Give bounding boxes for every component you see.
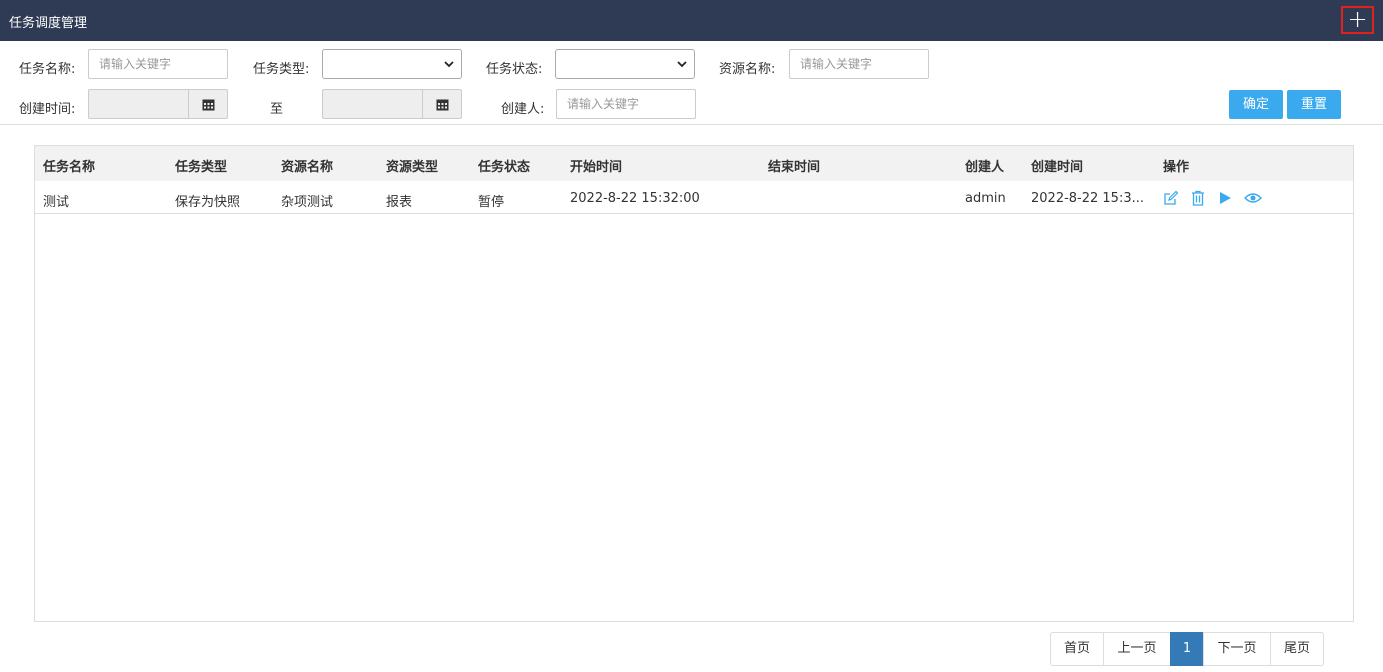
next-page-button[interactable]: 下一页: [1203, 632, 1271, 666]
column-header: 资源名称: [281, 160, 334, 175]
last-page-button[interactable]: 尾页: [1270, 632, 1324, 666]
column-header: 操作: [1163, 160, 1190, 175]
calendar-icon: [202, 99, 214, 111]
create-time-end-calendar-button[interactable]: [422, 89, 462, 119]
column-header: 创建人: [965, 160, 1005, 175]
task-status-select[interactable]: [555, 49, 695, 79]
page-header: 任务调度管理 +: [0, 0, 1383, 41]
plus-icon: +: [1347, 5, 1368, 33]
task-name-label: 任务名称:: [19, 62, 76, 77]
create-time-label: 创建时间:: [19, 102, 76, 117]
create-time-start-input[interactable]: [88, 89, 189, 119]
cell-create-time: 2022-8-22 15:3...: [1031, 191, 1145, 206]
confirm-button[interactable]: 确定: [1229, 90, 1283, 119]
page-title: 任务调度管理: [9, 16, 88, 31]
delete-icon[interactable]: [1190, 190, 1206, 206]
prev-page-button[interactable]: 上一页: [1103, 632, 1171, 666]
calendar-icon: [436, 99, 448, 111]
table-row[interactable]: 测试 保存为快照 杂项测试 报表 暂停 2022-8-22 15:32:00 a…: [35, 181, 1353, 214]
cell-task-type: 保存为快照: [175, 195, 241, 210]
cell-task-status: 暂停: [478, 195, 505, 210]
task-type-label: 任务类型:: [253, 62, 310, 77]
view-icon[interactable]: [1244, 190, 1262, 206]
to-label: 至: [270, 102, 284, 117]
column-header: 结束时间: [768, 160, 821, 175]
task-type-select[interactable]: [322, 49, 462, 79]
task-table: 任务名称 任务类型 资源名称 资源类型 任务状态 开始时间 结束时间 创建人 创…: [34, 145, 1354, 622]
cell-task-name: 测试: [43, 195, 70, 210]
column-header: 资源类型: [386, 160, 439, 175]
task-status-label: 任务状态:: [486, 62, 543, 77]
column-header: 任务类型: [175, 160, 228, 175]
cell-resource-name: 杂项测试: [281, 195, 334, 210]
creator-label: 创建人:: [501, 102, 545, 117]
play-icon[interactable]: [1217, 190, 1233, 206]
first-page-button[interactable]: 首页: [1050, 632, 1104, 666]
creator-input[interactable]: 请输入关键字: [556, 89, 696, 119]
column-header: 任务状态: [478, 160, 531, 175]
resource-name-input[interactable]: 请输入关键字: [789, 49, 929, 79]
divider: [0, 124, 1383, 125]
table-header: 任务名称 任务类型 资源名称 资源类型 任务状态 开始时间 结束时间 创建人 创…: [35, 146, 1353, 181]
edit-icon[interactable]: [1163, 190, 1179, 206]
reset-button[interactable]: 重置: [1287, 90, 1341, 119]
cell-resource-type: 报表: [386, 195, 413, 210]
task-name-input[interactable]: 请输入关键字: [88, 49, 228, 79]
chevron-down-icon: [444, 57, 454, 74]
resource-name-label: 资源名称:: [719, 62, 776, 77]
create-time-start-calendar-button[interactable]: [188, 89, 228, 119]
column-header: 任务名称: [43, 160, 96, 175]
column-header: 开始时间: [570, 160, 623, 175]
create-time-end-input[interactable]: [322, 89, 423, 119]
chevron-down-icon: [677, 57, 687, 74]
column-header: 创建时间: [1031, 160, 1084, 175]
cell-creator: admin: [965, 191, 1006, 206]
add-task-button[interactable]: +: [1341, 6, 1374, 34]
cell-start-time: 2022-8-22 15:32:00: [570, 191, 700, 206]
page-1-button[interactable]: 1: [1170, 632, 1204, 666]
